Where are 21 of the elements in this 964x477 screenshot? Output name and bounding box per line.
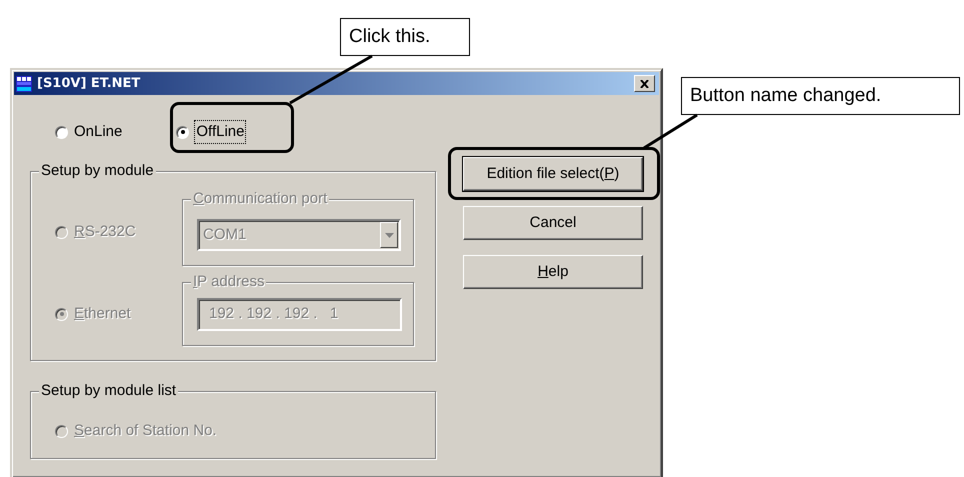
radio-label: Ethernet xyxy=(74,304,131,324)
group-title: Communication port xyxy=(191,190,330,208)
radio-label: Search of Station No. xyxy=(74,421,217,441)
group-title: IP address xyxy=(191,273,266,291)
group-title: Setup by module list xyxy=(39,382,178,400)
close-button[interactable] xyxy=(634,75,655,92)
app-icon xyxy=(16,76,32,92)
close-icon xyxy=(640,80,649,88)
callout-label: Button name changed. xyxy=(681,77,960,115)
dialog-button[interactable]: Cancel xyxy=(463,206,643,240)
group-title: Setup by module xyxy=(39,162,156,180)
dialog-button[interactable]: Help xyxy=(463,255,643,289)
radio-button[interactable] xyxy=(55,126,68,138)
callout-label: Click this. xyxy=(340,18,470,56)
radio-label: RS-232C xyxy=(74,222,136,242)
radio-button[interactable] xyxy=(176,126,190,138)
radio-label: OnLine xyxy=(74,122,122,142)
window-title: [S10V] ET.NET xyxy=(37,74,140,93)
leader-line xyxy=(643,114,698,150)
dialog-button[interactable]: Edition file select(P) xyxy=(463,157,643,191)
radio-label: OffLine xyxy=(195,120,246,144)
